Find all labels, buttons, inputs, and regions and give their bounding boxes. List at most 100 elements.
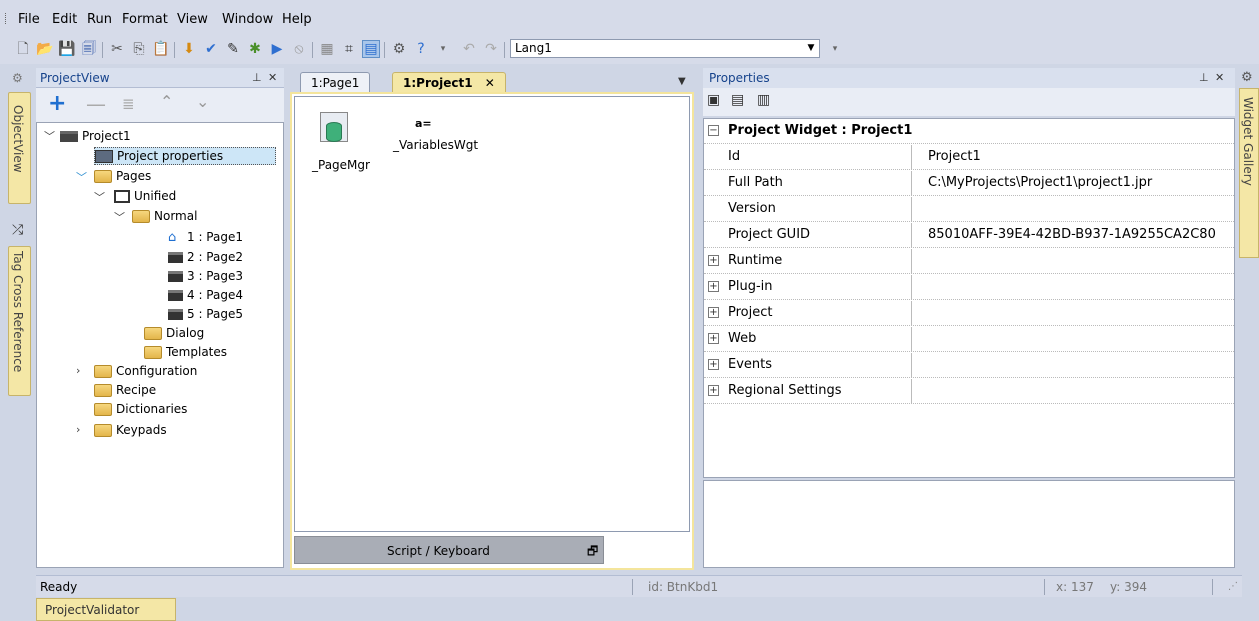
save-icon[interactable]: 💾 (58, 40, 76, 58)
menu-window[interactable]: Window (222, 12, 273, 27)
open-folder-icon[interactable]: 📂 (36, 40, 54, 58)
categorized-icon[interactable]: ▤ (731, 92, 744, 108)
tree-item-normal[interactable]: Normal (132, 207, 197, 225)
expand-icon[interactable]: + (708, 255, 719, 266)
collapse-caret-icon[interactable]: ﹀ (76, 169, 87, 185)
property-value[interactable]: 85010AFF-39E4-42BD-B937-1A9255CA2C80 (928, 227, 1216, 242)
run-icon[interactable]: ▶ (268, 40, 286, 58)
menu-file[interactable]: File (18, 12, 40, 27)
tab-tag-cross-reference[interactable]: Tag Cross Reference (8, 246, 31, 396)
close-tab-icon[interactable]: ✕ (485, 76, 495, 90)
copy-icon[interactable]: ⎘ (130, 40, 148, 58)
collapse-caret-icon[interactable]: ﹀ (114, 209, 125, 225)
expand-icon[interactable]: + (708, 307, 719, 318)
redo-icon[interactable]: ↷ (482, 40, 500, 58)
download-icon[interactable]: ⬇ (180, 40, 198, 58)
expand-icon[interactable]: + (708, 281, 719, 292)
overflow-chevron-icon[interactable]: ▾ (826, 40, 844, 58)
expand-icon[interactable]: + (708, 333, 719, 344)
tree-item-unified[interactable]: Unified (114, 187, 176, 205)
tree-item-page[interactable]: ⌂ 1 : Page1 (168, 228, 243, 246)
stop-icon[interactable]: ⦸ (290, 40, 308, 58)
paste-icon[interactable]: 📋 (152, 40, 170, 58)
tab-object-view[interactable]: ObjectView (8, 92, 31, 204)
help-icon[interactable]: ? (412, 40, 430, 58)
property-group-web[interactable]: + Web (704, 327, 1234, 352)
property-value[interactable]: C:\MyProjects\Project1\project1.jpr (928, 175, 1152, 190)
collapse-caret-icon[interactable]: ﹀ (94, 189, 105, 205)
collapse-caret-icon[interactable]: ﹀ (44, 128, 55, 144)
remove-icon[interactable]: — (86, 94, 106, 114)
property-row-id[interactable]: Id Project1 (704, 145, 1234, 170)
layout-icon[interactable]: ▤ (362, 40, 380, 58)
alphabetical-icon[interactable]: ▥ (757, 92, 770, 108)
menu-format[interactable]: Format (122, 12, 168, 27)
tab-widget-gallery[interactable]: Widget Gallery (1239, 88, 1259, 258)
tab-project1[interactable]: 1:Project1 ✕ (392, 72, 506, 92)
tree-item-dictionaries[interactable]: Dictionaries (94, 400, 187, 418)
menu-view[interactable]: View (177, 12, 208, 27)
script-keyboard-bar[interactable]: Script / Keyboard 🗗 (294, 536, 604, 564)
grid-icon[interactable]: ▦ (318, 40, 336, 58)
undo-icon[interactable]: ↶ (460, 40, 478, 58)
snap-icon[interactable]: ⌗ (340, 40, 358, 58)
property-group-events[interactable]: + Events (704, 353, 1234, 378)
pin-icon[interactable]: ⊥ (252, 71, 262, 84)
tab-page1[interactable]: 1:Page1 (300, 72, 371, 92)
close-icon[interactable]: ✕ (268, 71, 277, 84)
tree-item-configuration[interactable]: Configuration (94, 362, 197, 380)
rename-icon[interactable]: ≣ (122, 95, 135, 113)
add-icon[interactable]: + (48, 93, 66, 115)
overflow-chevron-icon[interactable]: ▾ (434, 40, 452, 58)
pencil-icon[interactable]: ✎ (224, 40, 242, 58)
tab-project-validator[interactable]: ProjectValidator (36, 598, 176, 621)
tree-item-keypads[interactable]: Keypads (94, 421, 167, 439)
page-mgr-icon[interactable] (320, 112, 348, 148)
tree-item-recipe[interactable]: Recipe (94, 381, 156, 399)
language-select[interactable]: Lang1 ▼ (510, 39, 820, 58)
move-down-icon[interactable]: ⌄ (196, 92, 209, 111)
tree-item-page[interactable]: 5 : Page5 (168, 305, 243, 323)
check-icon[interactable]: ✔ (202, 40, 220, 58)
variables-widget-icon[interactable]: a= (415, 117, 432, 130)
tree-item-pages[interactable]: Pages (94, 167, 151, 185)
property-group-project[interactable]: + Project (704, 301, 1234, 326)
tree-item-page[interactable]: 4 : Page4 (168, 286, 243, 304)
settings-icon[interactable]: ⚙ (390, 40, 408, 58)
expand-caret-icon[interactable]: › (76, 364, 80, 377)
property-group-runtime[interactable]: + Runtime (704, 249, 1234, 274)
object-view-icon[interactable]: ⚙ (8, 70, 31, 88)
menu-help[interactable]: Help (282, 12, 312, 27)
collapse-icon[interactable]: − (708, 125, 719, 136)
property-value[interactable]: Project1 (928, 149, 981, 164)
property-group-regional-settings[interactable]: + Regional Settings (704, 379, 1234, 404)
shuffle-icon[interactable]: ⤮ (8, 222, 31, 242)
tree-item-templates[interactable]: Templates (144, 343, 227, 361)
chevron-down-icon[interactable]: ▼ (803, 40, 819, 57)
widget-gallery-icon[interactable]: ⚙ (1241, 70, 1253, 85)
resize-grip-icon[interactable]: ⋰ (1228, 581, 1238, 592)
close-icon[interactable]: ✕ (1215, 71, 1224, 84)
tree-item-dialog[interactable]: Dialog (144, 324, 204, 342)
property-row-version[interactable]: Version (704, 197, 1234, 222)
pin-icon[interactable]: ⊥ (1199, 71, 1209, 84)
property-group-plugin[interactable]: + Plug-in (704, 275, 1234, 300)
expand-icon[interactable]: + (708, 385, 719, 396)
cut-icon[interactable]: ✂ (108, 40, 126, 58)
property-row-project-guid[interactable]: Project GUID 85010AFF-39E4-42BD-B937-1A9… (704, 223, 1234, 248)
expand-icon[interactable]: + (708, 359, 719, 370)
tree-item-project-properties[interactable]: Project properties (94, 147, 276, 165)
menu-edit[interactable]: Edit (52, 12, 77, 27)
properties-view-icon[interactable]: ▣ (707, 92, 720, 108)
tab-list-chevron-icon[interactable]: ▼ (678, 76, 686, 87)
save-all-icon[interactable]: 🗐 (80, 40, 98, 58)
tree-item-page[interactable]: 2 : Page2 (168, 248, 243, 266)
move-up-icon[interactable]: ⌃ (160, 92, 173, 111)
menu-run[interactable]: Run (87, 12, 112, 27)
expand-caret-icon[interactable]: › (76, 423, 80, 436)
restore-icon[interactable]: 🗗 (587, 542, 598, 563)
new-file-icon[interactable]: 🗋 (14, 40, 32, 58)
tree-item-project[interactable]: Project1 (60, 127, 131, 145)
property-group-header[interactable]: − Project Widget : Project1 (704, 119, 1234, 144)
tree-item-page[interactable]: 3 : Page3 (168, 267, 243, 285)
